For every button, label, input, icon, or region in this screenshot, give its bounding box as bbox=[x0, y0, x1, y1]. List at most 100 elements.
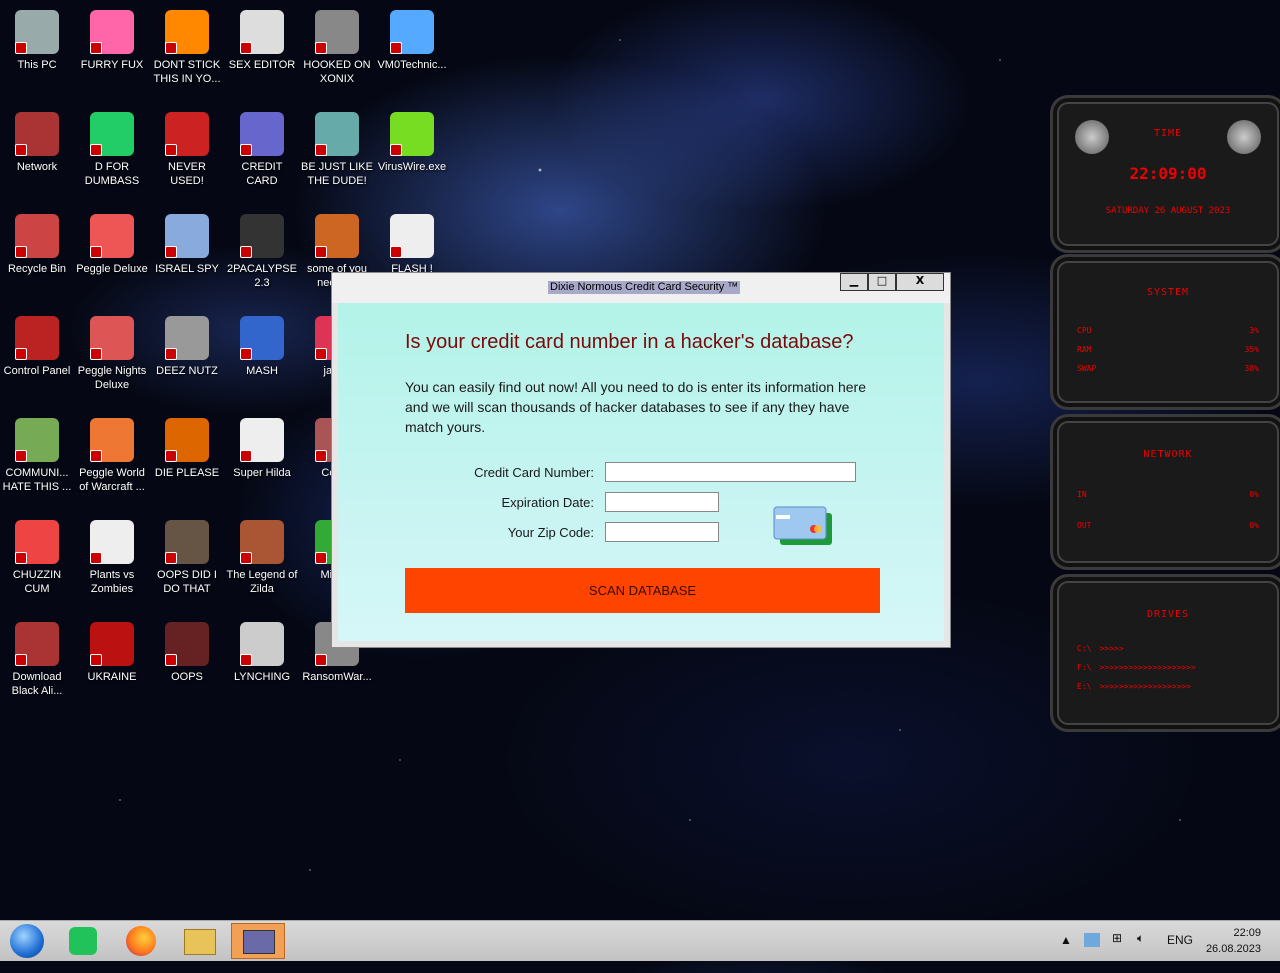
desktop-icon[interactable]: Control Panel bbox=[0, 310, 74, 378]
desktop-icon[interactable]: COMMUNI... HATE THIS ... bbox=[0, 412, 74, 494]
desktop-app-icon bbox=[240, 214, 284, 258]
drive-bar: >>>>>>>>>>>>>>>>>>> bbox=[1099, 682, 1191, 691]
desktop-icon[interactable]: FURRY FUX bbox=[75, 4, 149, 72]
desktop-icon-label: ISRAEL SPY bbox=[155, 263, 219, 275]
taskbar-file-explorer[interactable] bbox=[176, 923, 222, 959]
maximize-button[interactable]: □ bbox=[868, 273, 896, 291]
time-gadget[interactable]: TIME 22:09:00 SATURDAY 26 AUGUST 2023 bbox=[1050, 95, 1280, 253]
desktop-icon[interactable]: HOOKED ON XONIX bbox=[300, 4, 374, 86]
desktop-icon-label: Plants vs Zombies bbox=[89, 569, 135, 595]
system-gadget[interactable]: SYSTEM CPU 3% RAM 35% SWAP 38% bbox=[1050, 254, 1280, 410]
app-window-icon bbox=[243, 930, 275, 954]
credit-cards-icon bbox=[773, 506, 832, 545]
desktop-icon[interactable]: SEX EDITOR bbox=[225, 4, 299, 72]
desktop-icon[interactable]: Peggle Deluxe bbox=[75, 208, 149, 276]
desktop-icon[interactable]: DIE PLEASE bbox=[150, 412, 224, 480]
show-hidden-icons[interactable]: ▲ bbox=[1060, 933, 1072, 973]
gadget-date: SATURDAY 26 AUGUST 2023 bbox=[1105, 206, 1231, 216]
taskbar-clock[interactable]: 22:09 26.08.2023 bbox=[1206, 925, 1261, 957]
desktop-icon[interactable]: CREDIT CARD CHECKER bbox=[225, 106, 299, 188]
desktop-icon[interactable]: OOPS bbox=[150, 616, 224, 684]
desktop-icon[interactable]: CHUZZIN CUM bbox=[0, 514, 74, 596]
window-title: Dixie Normous Credit Card Security ™ bbox=[548, 281, 741, 294]
desktop-app-icon bbox=[15, 520, 59, 564]
desktop-icon[interactable]: OOPS DID I DO THAT bbox=[150, 514, 224, 596]
drive-label: E:\ bbox=[1077, 682, 1092, 691]
desktop-app-icon bbox=[240, 520, 284, 564]
desktop-icon[interactable]: Network bbox=[0, 106, 74, 174]
desktop-icon[interactable]: 2PACALYPSE 2.3 bbox=[225, 208, 299, 290]
desktop-icon[interactable]: Plants vs Zombies bbox=[75, 514, 149, 596]
scan-database-button[interactable]: SCAN DATABASE bbox=[405, 568, 880, 613]
desktop-app-icon bbox=[165, 418, 209, 462]
desktop-app-icon bbox=[90, 622, 134, 666]
desktop-icon[interactable]: The Legend of Zilda bbox=[225, 514, 299, 596]
desktop-icon-label: Peggle Deluxe bbox=[76, 263, 148, 275]
taskbar-credit-card-app[interactable] bbox=[231, 923, 285, 959]
expiration-date-input[interactable] bbox=[605, 492, 719, 512]
minimize-button[interactable]: ▁ bbox=[840, 273, 868, 291]
page-title: Is your credit card number in a hacker's… bbox=[405, 331, 854, 353]
drive-bar: >>>>> bbox=[1099, 644, 1124, 653]
desktop-app-icon bbox=[390, 214, 434, 258]
desktop-icon[interactable]: DEEZ NUTZ bbox=[150, 310, 224, 378]
title-bar[interactable]: Dixie Normous Credit Card Security ™ ▁ □… bbox=[332, 273, 950, 303]
taskbar-firefox[interactable] bbox=[118, 923, 164, 959]
desktop-app-icon bbox=[165, 520, 209, 564]
firefox-icon bbox=[126, 926, 156, 956]
app-tray-icon[interactable] bbox=[1084, 933, 1100, 947]
desktop-icon[interactable]: UKRAINE bbox=[75, 616, 149, 684]
desktop-icon[interactable]: VirusWire.exe bbox=[375, 106, 449, 174]
desktop-app-icon bbox=[165, 10, 209, 54]
taskbar-notes[interactable] bbox=[60, 923, 106, 959]
desktop-icon[interactable]: MASH bbox=[225, 310, 299, 378]
desktop-icon-label: This PC bbox=[17, 59, 57, 71]
desktop-icon[interactable]: DONT STICK THIS IN YO... bbox=[150, 4, 224, 86]
desktop-icon[interactable]: BE JUST LIKE THE DUDE! bbox=[300, 106, 374, 188]
desktop-icon[interactable]: LYNCHING bbox=[225, 616, 299, 684]
desktop-icon[interactable]: Peggle World of Warcraft ... bbox=[75, 412, 149, 494]
desktop-icon[interactable]: Peggle Nights Deluxe bbox=[75, 310, 149, 392]
desktop-icon-label: HOOKED ON XONIX bbox=[303, 59, 371, 85]
swap-label: SWAP bbox=[1077, 364, 1097, 373]
desktop-icon[interactable]: Recycle Bin bbox=[0, 208, 74, 276]
network-icon[interactable]: ⊞ bbox=[1112, 931, 1122, 971]
desktop-app-icon bbox=[315, 112, 359, 156]
desktop-icon[interactable]: ISRAEL SPY bbox=[150, 208, 224, 276]
taskbar: ▲ ⊞ 🔈︎ ENG 22:09 26.08.2023 bbox=[0, 920, 1280, 961]
language-indicator[interactable]: ENG bbox=[1167, 933, 1193, 973]
desktop-app-icon bbox=[240, 10, 284, 54]
zip-code-input[interactable] bbox=[605, 522, 719, 542]
clock-time: 22:09 bbox=[1233, 927, 1261, 939]
close-button[interactable]: X bbox=[896, 273, 944, 291]
drives-header: DRIVES bbox=[1146, 609, 1190, 620]
credit-card-security-window[interactable]: Dixie Normous Credit Card Security ™ ▁ □… bbox=[331, 272, 951, 648]
zip-code-label: Your Zip Code: bbox=[507, 525, 594, 540]
volume-icon[interactable]: 🔈︎ bbox=[1137, 931, 1144, 971]
drive-bar: >>>>>>>>>>>>>>>>>>>> bbox=[1099, 663, 1196, 672]
desktop-icon[interactable]: Super Hilda bbox=[225, 412, 299, 480]
desktop-app-icon bbox=[390, 10, 434, 54]
desktop-app-icon bbox=[240, 112, 284, 156]
desktop-icon-label: Control Panel bbox=[3, 365, 71, 377]
card-number-input[interactable] bbox=[605, 462, 856, 482]
start-button[interactable] bbox=[4, 923, 50, 959]
network-gadget[interactable]: NETWORK IN 0% OUT 0% bbox=[1050, 414, 1280, 570]
desktop-icon-label: 2PACALYPSE 2.3 bbox=[227, 263, 297, 289]
desktop-icon[interactable]: D FOR DUMBASS bbox=[75, 106, 149, 188]
desktop-icon[interactable]: FLASH ! bbox=[375, 208, 449, 276]
desktop-icon-label: OOPS DID I DO THAT bbox=[157, 569, 217, 595]
desktop-icon[interactable]: This PC bbox=[0, 4, 74, 72]
desktop-icon[interactable]: NEVER USED! bbox=[150, 106, 224, 188]
ram-value: 35% bbox=[1244, 345, 1259, 354]
desktop-icon-label: BE JUST LIKE THE DUDE! bbox=[301, 161, 373, 187]
desktop-icon-label: Peggle World of Warcraft ... bbox=[79, 467, 145, 493]
desktop-icon-label: VirusWire.exe bbox=[377, 161, 447, 173]
desktop-app-icon bbox=[390, 112, 434, 156]
desktop-icon-label: FURRY FUX bbox=[80, 59, 144, 71]
desktop-icon[interactable]: Download Black Ali... bbox=[0, 616, 74, 698]
net-in-label: IN bbox=[1077, 490, 1087, 499]
drives-gadget[interactable]: DRIVES C:\ >>>>> F:\ >>>>>>>>>>>>>>>>>>>> … bbox=[1050, 574, 1280, 732]
desktop-icon-label: Peggle Nights Deluxe bbox=[77, 365, 147, 391]
desktop-icon[interactable]: VM0Technic... bbox=[375, 4, 449, 72]
